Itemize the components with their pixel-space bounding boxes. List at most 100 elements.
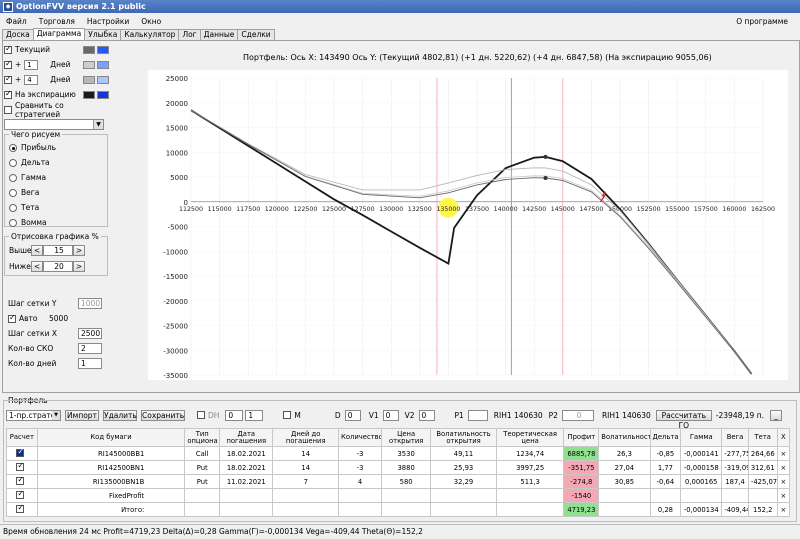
table-row[interactable]: RI135000BN1BPut11.02.20217458032,29511,3… <box>6 474 791 489</box>
chevron-down-icon[interactable]: ▼ <box>93 120 103 129</box>
column-header[interactable]: Дней до погашения <box>272 428 340 447</box>
chart-svg[interactable]: 2500020000150001000050000-5000-10000-150… <box>148 70 788 380</box>
calc-checkbox[interactable] <box>16 504 25 513</box>
radio-gamma[interactable]: Гамма <box>9 170 56 185</box>
close-icon[interactable]: × <box>776 502 791 517</box>
column-header[interactable]: Волатильность открытия <box>430 428 497 447</box>
table-row[interactable]: FixedProfit -1540 × <box>6 488 791 503</box>
close-icon[interactable]: × <box>776 474 791 489</box>
day4-checkbox[interactable] <box>4 74 12 84</box>
sko-input[interactable]: 2 <box>78 343 102 354</box>
auto-checkbox[interactable] <box>8 313 16 323</box>
dh-checkbox[interactable] <box>197 411 205 419</box>
tab-smile[interactable]: Улыбка <box>84 29 122 40</box>
column-header[interactable]: X <box>776 428 791 447</box>
column-header[interactable]: Тип опциона <box>184 428 221 447</box>
p2-input[interactable]: 0 <box>561 409 594 421</box>
radio-vomma[interactable]: Вомма <box>9 215 56 230</box>
column-header[interactable]: Теоретическая цена <box>495 428 565 447</box>
strategy-select[interactable]: ▼ <box>4 119 104 130</box>
grid-y-input[interactable]: 1000 <box>78 298 102 309</box>
profit-chart[interactable]: 25000 20000 15000 10000 5000 0 -5000 -10000 -150… <box>148 70 788 380</box>
above-increase-button[interactable]: > <box>73 245 85 256</box>
radio-profit[interactable]: Прибыль <box>9 140 56 155</box>
menu-window[interactable]: Окно <box>135 17 167 26</box>
above-decrease-button[interactable]: < <box>31 245 43 256</box>
v2-input[interactable]: 0 <box>418 409 435 421</box>
below-input[interactable]: 20 <box>43 261 73 272</box>
strategy-combo[interactable]: 1-пр.страте ▼ <box>6 409 61 421</box>
column-header[interactable]: Вега <box>721 428 749 447</box>
current-checkbox[interactable] <box>4 44 12 54</box>
tab-board[interactable]: Доска <box>2 29 34 40</box>
menu-trade[interactable]: Торговля <box>33 17 81 26</box>
calc-checkbox[interactable] <box>16 448 25 457</box>
import-button[interactable]: Импорт <box>65 409 99 421</box>
save-button[interactable]: Сохранить <box>141 409 185 421</box>
column-header[interactable]: Расчет <box>6 428 38 447</box>
radio-vomma-dot[interactable] <box>9 218 17 227</box>
below-decrease-button[interactable]: < <box>31 261 43 272</box>
day4-input[interactable]: 4 <box>24 74 39 85</box>
radio-delta[interactable]: Дельта <box>9 155 56 170</box>
tab-diagram[interactable]: Диаграмма <box>32 28 86 40</box>
column-header[interactable]: Код бумаги <box>36 428 186 447</box>
radio-theta[interactable]: Тета <box>9 200 56 215</box>
calc-checkbox-cell[interactable] <box>6 446 38 461</box>
m-checkbox[interactable] <box>283 411 292 419</box>
menu-file[interactable]: Файл <box>0 17 33 26</box>
table-row[interactable]: Итого: 4719,23 0,28-0,000134-409,44152,2× <box>6 502 791 517</box>
below-increase-button[interactable]: > <box>73 261 85 272</box>
day1-input[interactable]: 1 <box>24 59 39 70</box>
tab-log[interactable]: Лог <box>178 29 201 40</box>
expiration-color-swatch[interactable] <box>83 90 95 99</box>
table-row[interactable]: RI145000BB1Call18.02.202114-3353049,1112… <box>6 446 791 461</box>
radio-delta-dot[interactable] <box>9 158 17 167</box>
column-header[interactable]: Гамма <box>680 428 723 447</box>
column-header[interactable]: Профит <box>563 428 600 447</box>
v1-input[interactable]: 0 <box>382 409 399 421</box>
p1-input[interactable] <box>467 409 488 421</box>
day4-color-swatch[interactable] <box>83 75 95 84</box>
menu-settings[interactable]: Настройки <box>81 17 135 26</box>
calc-checkbox[interactable] <box>16 462 25 471</box>
dh-value1[interactable]: 0 <box>225 409 244 421</box>
day4-color2-swatch[interactable] <box>97 75 109 84</box>
tab-calculator[interactable]: Калькулятор <box>120 29 180 40</box>
close-icon[interactable]: × <box>776 460 791 475</box>
calc-checkbox-cell[interactable] <box>6 488 38 503</box>
column-header[interactable]: Дельта <box>649 428 682 447</box>
current-color2-swatch[interactable] <box>97 45 109 54</box>
radio-profit-dot[interactable] <box>9 143 17 152</box>
radio-theta-dot[interactable] <box>9 203 17 212</box>
close-icon[interactable]: × <box>776 446 791 461</box>
column-header[interactable]: Тета <box>747 428 778 447</box>
grid-x-input[interactable]: 2500 <box>78 328 102 339</box>
current-color-swatch[interactable] <box>83 45 95 54</box>
above-input[interactable]: 15 <box>43 245 73 256</box>
day1-checkbox[interactable] <box>4 59 12 69</box>
chevron-down-icon[interactable]: ▼ <box>52 410 60 420</box>
calc-checkbox-cell[interactable] <box>6 502 38 517</box>
radio-vega[interactable]: Вега <box>9 185 56 200</box>
calc-checkbox[interactable] <box>16 490 25 499</box>
column-header[interactable]: Волатильность <box>598 428 651 447</box>
close-icon[interactable]: × <box>776 488 791 503</box>
expiration-checkbox[interactable] <box>4 89 12 99</box>
delete-button[interactable]: Удалить <box>103 409 137 421</box>
table-row[interactable]: RI142500BN1Put18.02.202114-3388025,93399… <box>6 460 791 475</box>
dh-value2[interactable]: 1 <box>245 409 264 421</box>
tab-data[interactable]: Данные <box>199 29 239 40</box>
day1-color2-swatch[interactable] <box>97 60 109 69</box>
column-header[interactable]: Дата погашения <box>219 428 274 447</box>
minimize-button[interactable]: _ <box>769 409 782 421</box>
expiration-color2-swatch[interactable] <box>97 90 109 99</box>
calc-checkbox[interactable] <box>16 476 25 485</box>
calc-margin-button[interactable]: Рассчитать ГО <box>655 409 712 430</box>
column-header[interactable]: Цена открытия <box>381 428 432 447</box>
radio-vega-dot[interactable] <box>9 188 17 197</box>
column-header[interactable]: Количество <box>338 428 383 447</box>
compare-checkbox[interactable] <box>4 105 12 114</box>
calc-checkbox-cell[interactable] <box>6 460 38 475</box>
tab-deals[interactable]: Сделки <box>237 29 275 40</box>
